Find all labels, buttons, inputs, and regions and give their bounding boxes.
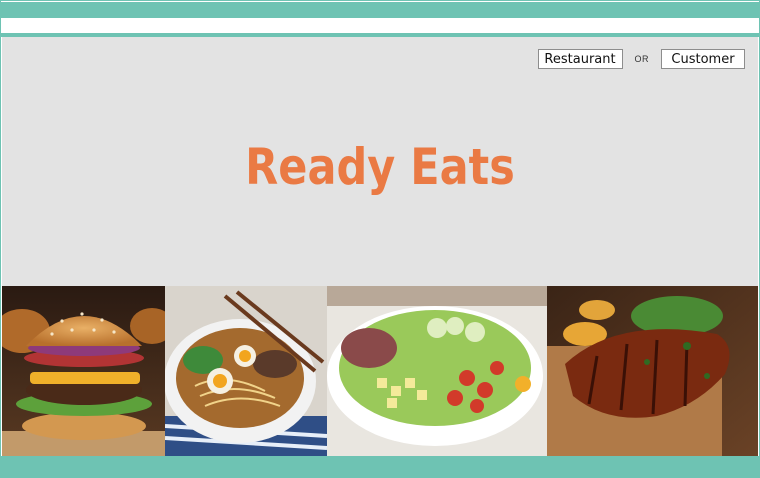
burger-image: [2, 286, 165, 456]
ramen-image: [165, 286, 327, 456]
brand-title: Ready Eats: [245, 138, 515, 196]
top-band: [0, 2, 760, 18]
customer-button[interactable]: Customer: [661, 49, 745, 69]
auth-choice: Restaurant OR Customer: [537, 49, 745, 69]
food-gallery: [2, 286, 758, 456]
salad-image: [327, 286, 547, 456]
restaurant-button[interactable]: Restaurant: [537, 49, 623, 69]
ribs-image: [547, 286, 758, 456]
bottom-band: [0, 456, 760, 478]
or-label: OR: [634, 54, 649, 64]
